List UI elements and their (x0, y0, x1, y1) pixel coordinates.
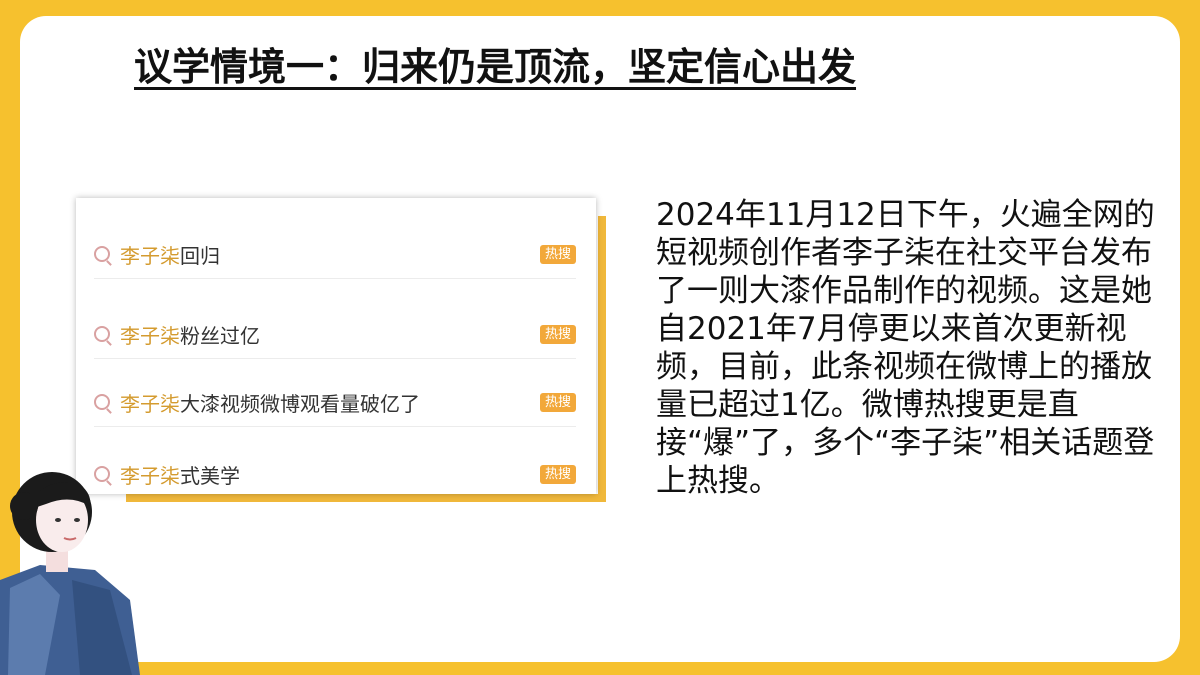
hot-badge: 热搜 (539, 324, 576, 344)
hot-search-item[interactable]: 李子柒 粉丝过亿 热搜 (94, 310, 576, 359)
search-icon (94, 326, 110, 342)
hot-search-screenshot: 李子柒 回归 热搜 李子柒 粉丝过亿 热搜 李子柒 大漆视频微博观看量破亿了 热… (76, 198, 606, 502)
search-icon (94, 394, 110, 410)
hot-search-item[interactable]: 李子柒 大漆视频微博观看量破亿了 热搜 (94, 378, 576, 427)
search-icon (94, 246, 110, 262)
hot-search-keyword: 李子柒 (120, 391, 180, 416)
person-illustration (0, 472, 140, 675)
hot-search-topic: 式美学 (180, 463, 240, 488)
hot-search-item[interactable]: 李子柒 式美学 热搜 (94, 450, 576, 498)
hot-search-topic: 回归 (180, 243, 220, 268)
description-paragraph: 2024年11月12日下午，火遍全网的短视频创作者李子柒在社交平台发布了一则大漆… (656, 197, 1155, 499)
hot-badge: 热搜 (539, 244, 576, 264)
hot-search-keyword: 李子柒 (120, 243, 180, 268)
hot-search-topic: 粉丝过亿 (180, 323, 260, 348)
hot-badge: 热搜 (539, 392, 576, 412)
slide-title: 议学情境一：归来仍是顶流，坚定信心出发 (134, 45, 857, 89)
hot-badge: 热搜 (539, 464, 576, 484)
hot-search-keyword: 李子柒 (120, 323, 180, 348)
hot-search-item[interactable]: 李子柒 回归 热搜 (94, 230, 576, 279)
hot-search-list: 李子柒 回归 热搜 李子柒 粉丝过亿 热搜 李子柒 大漆视频微博观看量破亿了 热… (76, 198, 596, 494)
hot-search-topic: 大漆视频微博观看量破亿了 (180, 391, 420, 416)
slide-card: 议学情境一：归来仍是顶流，坚定信心出发 李子柒 回归 热搜 李子柒 粉丝过亿 热… (20, 16, 1180, 662)
